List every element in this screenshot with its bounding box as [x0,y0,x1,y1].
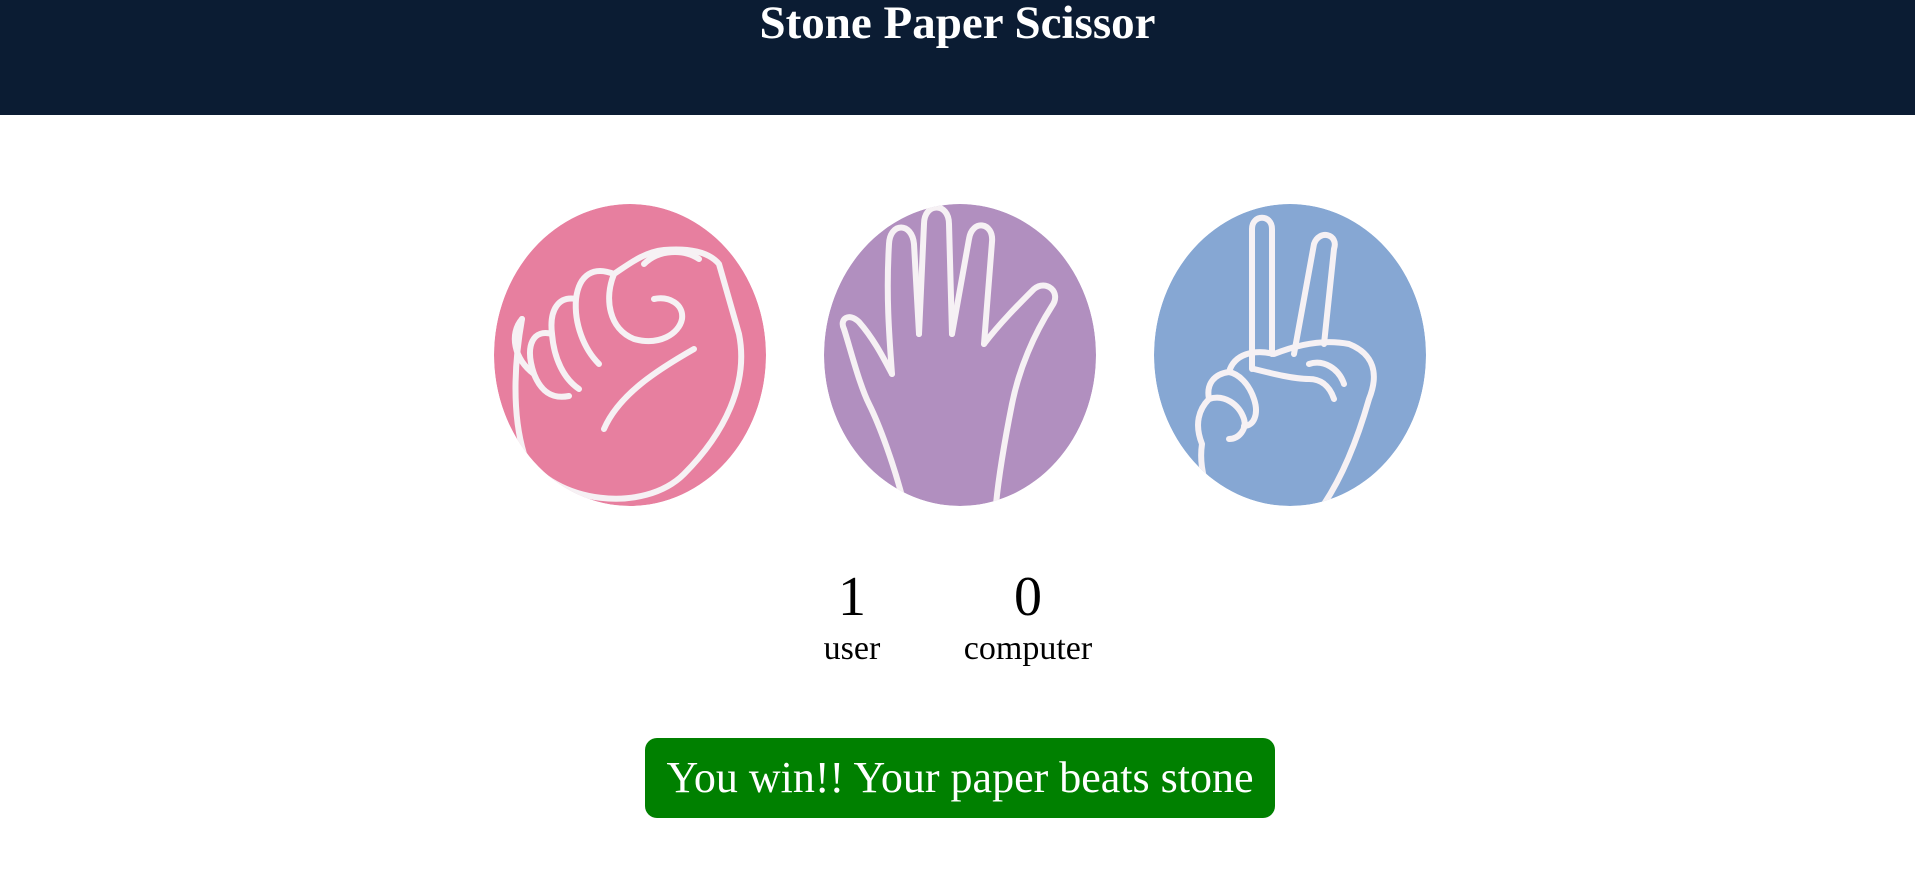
stone-choice-button[interactable] [494,204,766,506]
scissor-choice-button[interactable] [1154,204,1426,506]
computer-score: 0 computer [928,565,1128,669]
open-hand-icon [824,204,1096,506]
user-score-value: 1 [838,566,866,628]
page-title: Stone Paper Scissor [759,0,1156,49]
computer-score-label: computer [963,630,1093,667]
fist-icon [494,204,766,506]
paper-choice-button[interactable] [824,204,1096,506]
choices-container [0,204,1915,506]
user-score-label: user [823,630,881,667]
peace-hand-icon [1154,204,1426,506]
app-header: Stone Paper Scissor [0,0,1915,115]
result-message: You win!! Your paper beats stone [645,738,1275,818]
computer-score-value: 0 [1014,566,1042,628]
user-score: 1 user [772,565,932,669]
